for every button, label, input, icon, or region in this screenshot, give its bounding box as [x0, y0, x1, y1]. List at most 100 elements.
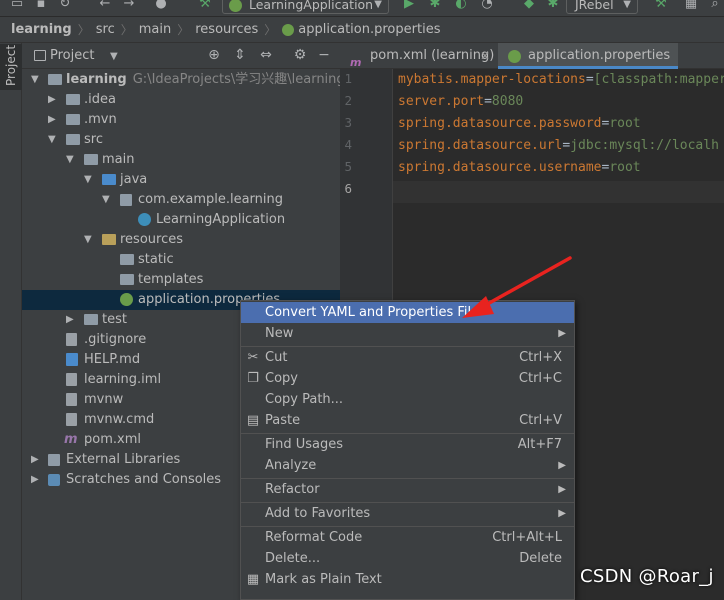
tree-item-label: resources [120, 232, 184, 247]
jrebel-debug-icon[interactable]: ✱ [546, 0, 560, 11]
collapse-all-icon[interactable]: ⇔ [258, 47, 274, 63]
menu-item-new[interactable]: New ▶ [241, 323, 574, 344]
tab-application-properties[interactable]: application.properties [498, 43, 678, 69]
menu-item-delete[interactable]: Delete... Delete [241, 548, 574, 569]
project-panel-title[interactable]: Project [50, 48, 94, 63]
tree-item-static[interactable]: static [22, 250, 340, 270]
breadcrumb-item[interactable]: resources [195, 22, 258, 37]
tree-item-label: templates [138, 272, 204, 287]
run-configuration-select[interactable]: LearningApplication ▼ [222, 0, 389, 14]
menu-item-copy[interactable]: ❐ Copy Ctrl+C [241, 368, 574, 389]
user-icon[interactable]: ● [154, 0, 168, 11]
menu-item-label: Delete... [265, 551, 321, 566]
chevron-right-icon[interactable]: ▶ [48, 90, 58, 110]
run-icon[interactable]: ▶ [402, 0, 416, 11]
folder-icon [84, 154, 98, 165]
breadcrumb-item[interactable]: main [139, 22, 171, 37]
menu-item-copy-path[interactable]: Copy Path... [241, 389, 574, 410]
close-icon[interactable]: ✕ [480, 43, 490, 69]
chevron-down-icon[interactable]: ▼ [110, 51, 118, 62]
expand-all-icon[interactable]: ⇕ [232, 47, 248, 63]
file-icon [66, 393, 77, 406]
hammer-icon[interactable]: ⚒ [654, 0, 668, 11]
menu-item-reformat-code[interactable]: Reformat Code Ctrl+Alt+L [241, 527, 574, 548]
sync-icon[interactable]: ↻ [58, 0, 72, 11]
code-line: spring.datasource.username=root [398, 160, 641, 175]
gear-icon[interactable]: ⚙ [292, 47, 308, 63]
folder-icon [120, 274, 134, 285]
watermark: CSDN @Roar_j [580, 566, 714, 587]
chevron-down-icon[interactable]: ▼ [84, 170, 94, 190]
build-hammer-icon[interactable]: ⚒ [198, 0, 212, 11]
shortcut-label: Ctrl+X [519, 350, 562, 365]
chevron-right-icon[interactable]: ▶ [31, 470, 41, 490]
menu-item-paste[interactable]: ▤ Paste Ctrl+V [241, 410, 574, 431]
profile-icon[interactable]: ◔ [480, 0, 494, 11]
menu-item-find-usages[interactable]: Find Usages Alt+F7 [241, 434, 574, 455]
tree-item-templates[interactable]: templates [22, 270, 340, 290]
line-number: 2 [344, 93, 352, 108]
chevron-down-icon[interactable]: ▼ [66, 150, 76, 170]
menu-item-label: Find Usages [265, 437, 344, 452]
coverage-icon[interactable]: ◐ [454, 0, 468, 11]
chevron-down-icon[interactable]: ▼ [48, 130, 58, 150]
settings-icon[interactable]: ▦ [684, 0, 698, 11]
tree-item-learning[interactable]: ▼ learning G:\IdeaProjects\学习兴趣\learning [22, 70, 345, 90]
locate-icon[interactable]: ⊕ [206, 47, 222, 63]
paste-icon: ▤ [246, 413, 260, 428]
tree-item-main[interactable]: ▼ main [22, 150, 340, 170]
tree-item-learning-application[interactable]: LearningApplication [22, 210, 340, 230]
chevron-down-icon[interactable]: ▼ [84, 230, 94, 250]
tab-label: pom.xml (learning) [370, 48, 495, 63]
forward-icon[interactable]: → [122, 0, 136, 11]
tree-item-label: learning G:\IdeaProjects\学习兴趣\learning [66, 70, 345, 90]
tree-item-src[interactable]: ▼ src [22, 130, 340, 150]
tree-item-java[interactable]: ▼ java [22, 170, 340, 190]
submenu-arrow-icon: ▶ [558, 508, 566, 519]
line-number: 5 [344, 159, 352, 174]
debug-icon[interactable]: ✱ [428, 0, 442, 11]
back-icon[interactable]: ← [98, 0, 112, 11]
code-line: spring.datasource.password=root [398, 116, 641, 131]
menu-item-label: Copy [265, 371, 298, 386]
breadcrumb-item[interactable]: src [96, 22, 115, 37]
tab-pom-xml[interactable]: m pom.xml (learning) ✕ [340, 43, 498, 69]
jrebel-run-icon[interactable]: ◆ [522, 0, 536, 11]
menu-item-mark-plain-text[interactable]: ▦ Mark as Plain Text [241, 569, 574, 590]
chevron-down-icon[interactable]: ▼ [31, 70, 41, 90]
project-stripe-label[interactable]: Project [4, 45, 18, 86]
menu-item-label: Refactor [265, 482, 320, 497]
menu-item-convert-yaml-properties[interactable]: Convert YAML and Properties File [241, 302, 574, 323]
code-line: server.port=8080 [398, 94, 524, 109]
spring-boot-icon [229, 0, 242, 12]
chevron-right-icon[interactable]: ▶ [66, 310, 76, 330]
chevron-right-icon[interactable]: ▶ [48, 110, 58, 130]
breadcrumb-item[interactable]: application.properties [298, 22, 440, 37]
iml-file-icon [66, 373, 77, 386]
line-number: 6 [344, 181, 352, 196]
tree-item-mvn[interactable]: ▶ .mvn [22, 110, 340, 130]
maven-icon: m [64, 432, 78, 447]
tab-label: application.properties [528, 48, 671, 63]
open-folder-icon[interactable]: ▭ [10, 0, 24, 11]
chevron-right-icon[interactable]: ▶ [31, 450, 41, 470]
save-icon[interactable]: ▪ [34, 0, 48, 11]
chevron-down-icon[interactable]: ▼ [102, 190, 112, 210]
breadcrumb-item[interactable]: learning [11, 22, 72, 37]
menu-item-analyze[interactable]: Analyze ▶ [241, 455, 574, 476]
tree-item-package[interactable]: ▼ com.example.learning [22, 190, 340, 210]
submenu-arrow-icon: ▶ [558, 484, 566, 495]
search-icon[interactable]: ⌕ [708, 0, 722, 11]
properties-file-icon [282, 23, 295, 36]
minimize-icon[interactable]: − [316, 47, 332, 63]
property-key: spring.datasource.username [398, 160, 602, 175]
submenu-arrow-icon: ▶ [558, 328, 566, 339]
scissors-icon: ✂ [247, 350, 259, 365]
menu-item-refactor[interactable]: Refactor ▶ [241, 479, 574, 500]
menu-item-cut[interactable]: ✂ Cut Ctrl+X [241, 347, 574, 368]
jrebel-select[interactable]: JRebel ▼ [566, 0, 638, 14]
source-folder-icon [102, 174, 116, 185]
tree-item-resources[interactable]: ▼ resources [22, 230, 340, 250]
tree-item-idea[interactable]: ▶ .idea [22, 90, 340, 110]
menu-item-add-to-favorites[interactable]: Add to Favorites ▶ [241, 503, 574, 524]
